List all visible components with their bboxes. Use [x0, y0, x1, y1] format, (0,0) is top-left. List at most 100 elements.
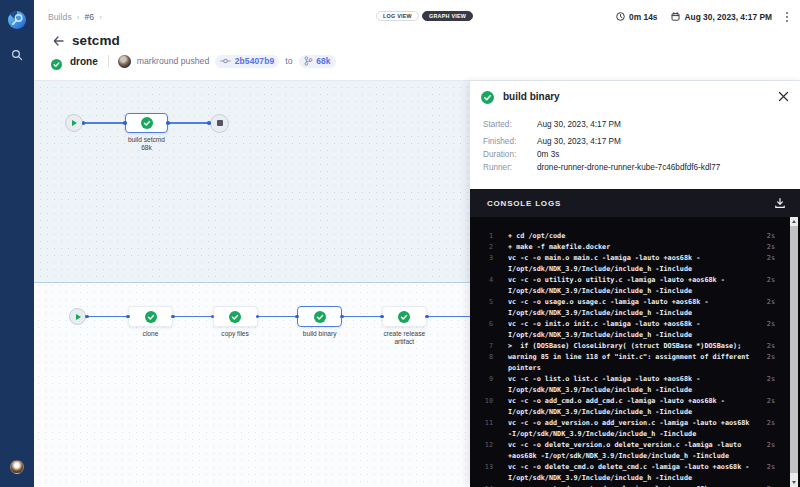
connector-dot: [380, 315, 384, 319]
log-line-duration: 2s: [755, 253, 790, 264]
log-line-number: 11: [470, 418, 493, 429]
chevron-right-icon: ›: [99, 13, 102, 22]
log-line: 7 > if (DOSBase) CloseLibrary( (struct DO…: [470, 341, 790, 352]
divider: [108, 55, 109, 67]
scroll-down-arrow-icon[interactable]: [790, 478, 798, 487]
more-options-icon[interactable]: [786, 12, 788, 22]
log-line-text: vc -c -o delete_cmd.o delete_cmd.c -lami…: [508, 462, 755, 484]
success-check-icon: [229, 311, 241, 323]
success-check-icon: [398, 311, 410, 323]
log-line-number: 9: [470, 374, 493, 385]
page-title: setcmd: [72, 33, 120, 48]
build-execution-page: Builds›#6› LOG VIEW GRAPH VIEW 0m 14s Au…: [0, 0, 800, 487]
graph-node-label: build binary: [292, 330, 348, 338]
download-logs-icon[interactable]: [774, 197, 786, 209]
step-details: build binary Started:Aug 30, 2023, 4:17 …: [470, 81, 800, 189]
log-line-text: + make -f makefile.docker: [508, 242, 755, 253]
log-line-number: 5: [470, 297, 493, 308]
graph-node-label: build setcmd68k: [119, 136, 175, 153]
log-line-duration: 2s: [755, 231, 790, 242]
log-line-duration: 2s: [755, 352, 790, 363]
calendar-icon: [671, 12, 680, 21]
step-details-header: build binary: [481, 90, 560, 103]
search-icon[interactable]: [11, 47, 23, 59]
log-line-number: 13: [470, 462, 493, 473]
success-check-icon: [314, 311, 326, 323]
log-line-text: + cd /opt/code: [508, 231, 755, 242]
detail-row-finished: Finished:Aug 30, 2023, 4:17 PM: [483, 137, 621, 146]
console-scrollbar[interactable]: [790, 217, 798, 487]
branch-chip[interactable]: 68k: [299, 55, 336, 68]
log-line-number: 10: [470, 396, 493, 407]
branch-icon: [304, 56, 313, 66]
connector-dot: [85, 315, 89, 319]
detail-row-duration: Duration:0m 3s: [483, 150, 559, 159]
log-line-text: vc -c -o usage.o usage.c -lamiga -lauto …: [508, 297, 755, 319]
log-line: 10vc -c -o add_cmd.o add_cmd.c -lamiga -…: [470, 396, 790, 418]
scrollbar-thumb[interactable]: [790, 226, 798, 473]
commit-chip[interactable]: 2b5407b9: [215, 55, 279, 68]
success-check-icon: [481, 90, 494, 103]
pipeline-name: drone: [70, 56, 98, 67]
pushed-by-text: markround pushed: [137, 56, 209, 66]
start-node-play-icon[interactable]: [69, 308, 86, 325]
success-check-icon: [141, 117, 153, 129]
build-datetime: Aug 30, 2023, 4:17 PM: [684, 12, 772, 22]
step-name: build binary: [503, 91, 560, 102]
page-header: Builds›#6› LOG VIEW GRAPH VIEW 0m 14s Au…: [34, 0, 800, 81]
graph-view-button[interactable]: GRAPH VIEW: [422, 11, 473, 21]
log-line: 4vc -c -o utility.o utility.c -lamiga -l…: [470, 275, 790, 297]
commit-sha: 2b5407b9: [235, 56, 275, 66]
console-log-list[interactable]: 1+ cd /opt/code2s2+ make -f makefile.doc…: [470, 217, 790, 487]
connector-dot: [425, 315, 429, 319]
log-line-number: 7: [470, 341, 493, 352]
build-status-row: drone markround pushed 2b5407b9 to 68k: [51, 54, 336, 68]
success-check-icon: [145, 311, 157, 323]
graph-node-create-release-artifact[interactable]: [382, 306, 427, 327]
clock-icon: [616, 12, 625, 21]
log-line-text: > if (DOSBase) CloseLibrary( (struct DOS…: [508, 341, 755, 352]
log-line-duration: 2s: [755, 418, 790, 429]
log-line-text: vc -c -o utility.o utility.c -lamiga -la…: [508, 275, 755, 297]
log-line: 1 + cd /opt/code2s: [470, 231, 790, 242]
log-line: 9vc -c -o list.o list.c -lamiga -lauto +…: [470, 374, 790, 396]
log-line: 5 vc -c -o usage.o usage.c -lamiga -lauto…: [470, 297, 790, 319]
step-details-panel: build binary Started:Aug 30, 2023, 4:17 …: [470, 81, 800, 487]
commit-icon: [220, 57, 231, 65]
connector-dot: [166, 121, 170, 125]
end-node-stop-icon[interactable]: [210, 114, 229, 133]
app-logo-icon[interactable]: [8, 11, 26, 29]
log-line-number: 2: [470, 242, 493, 253]
log-line-text: vc -c -o setcmd.o setcmd.c -lamiga -laut…: [508, 484, 755, 487]
console-logs-header: CONSOLE LOGS: [470, 189, 800, 217]
detail-value: Aug 30, 2023, 4:17 PM: [537, 120, 621, 129]
log-line: 12vc -c -o delete_version.o delete_versi…: [470, 440, 790, 462]
log-line-duration: 2s: [755, 374, 790, 385]
log-line: 13 vc -c -o delete_cmd.o delete_cmd.c -la…: [470, 462, 790, 484]
scroll-up-arrow-icon[interactable]: [790, 217, 798, 226]
graph-node-copy-files[interactable]: [213, 306, 258, 327]
detail-row-runner: Runner:drone-runner-drone-runner-kube-7c…: [483, 163, 720, 172]
breadcrumb-build-number[interactable]: #6: [85, 12, 95, 22]
graph-node-label: clone: [123, 330, 179, 338]
detail-label: Runner:: [483, 163, 537, 172]
graph-node-clone[interactable]: [128, 306, 173, 327]
graph-node-build-setcmd[interactable]: [125, 113, 168, 133]
user-avatar[interactable]: [10, 460, 24, 474]
start-node-play-icon[interactable]: [65, 114, 83, 132]
breadcrumb-builds[interactable]: Builds: [48, 12, 72, 22]
connector-dot: [340, 315, 344, 319]
detail-value: drone-runner-drone-runner-kube-7c46bdfdf…: [537, 163, 720, 172]
log-view-button[interactable]: LOG VIEW: [376, 11, 419, 21]
detail-value: Aug 30, 2023, 4:17 PM: [537, 137, 621, 146]
close-icon[interactable]: [778, 91, 789, 102]
log-line-text: vc -c -o delete_version.o delete_version…: [508, 440, 755, 462]
detail-label: Duration:: [483, 150, 537, 159]
graph-node-build-binary[interactable]: [297, 306, 342, 327]
graph-node-label: create release artifact: [376, 330, 432, 347]
log-line-number: 6: [470, 319, 493, 330]
log-line-text: vc -c -o init.o init.c -lamiga -lauto +a…: [508, 319, 755, 341]
back-arrow-icon[interactable]: [53, 36, 64, 46]
log-line: 8warning 85 in line 118 of "init.c": ass…: [470, 352, 790, 374]
log-line-number: 1: [470, 231, 493, 242]
